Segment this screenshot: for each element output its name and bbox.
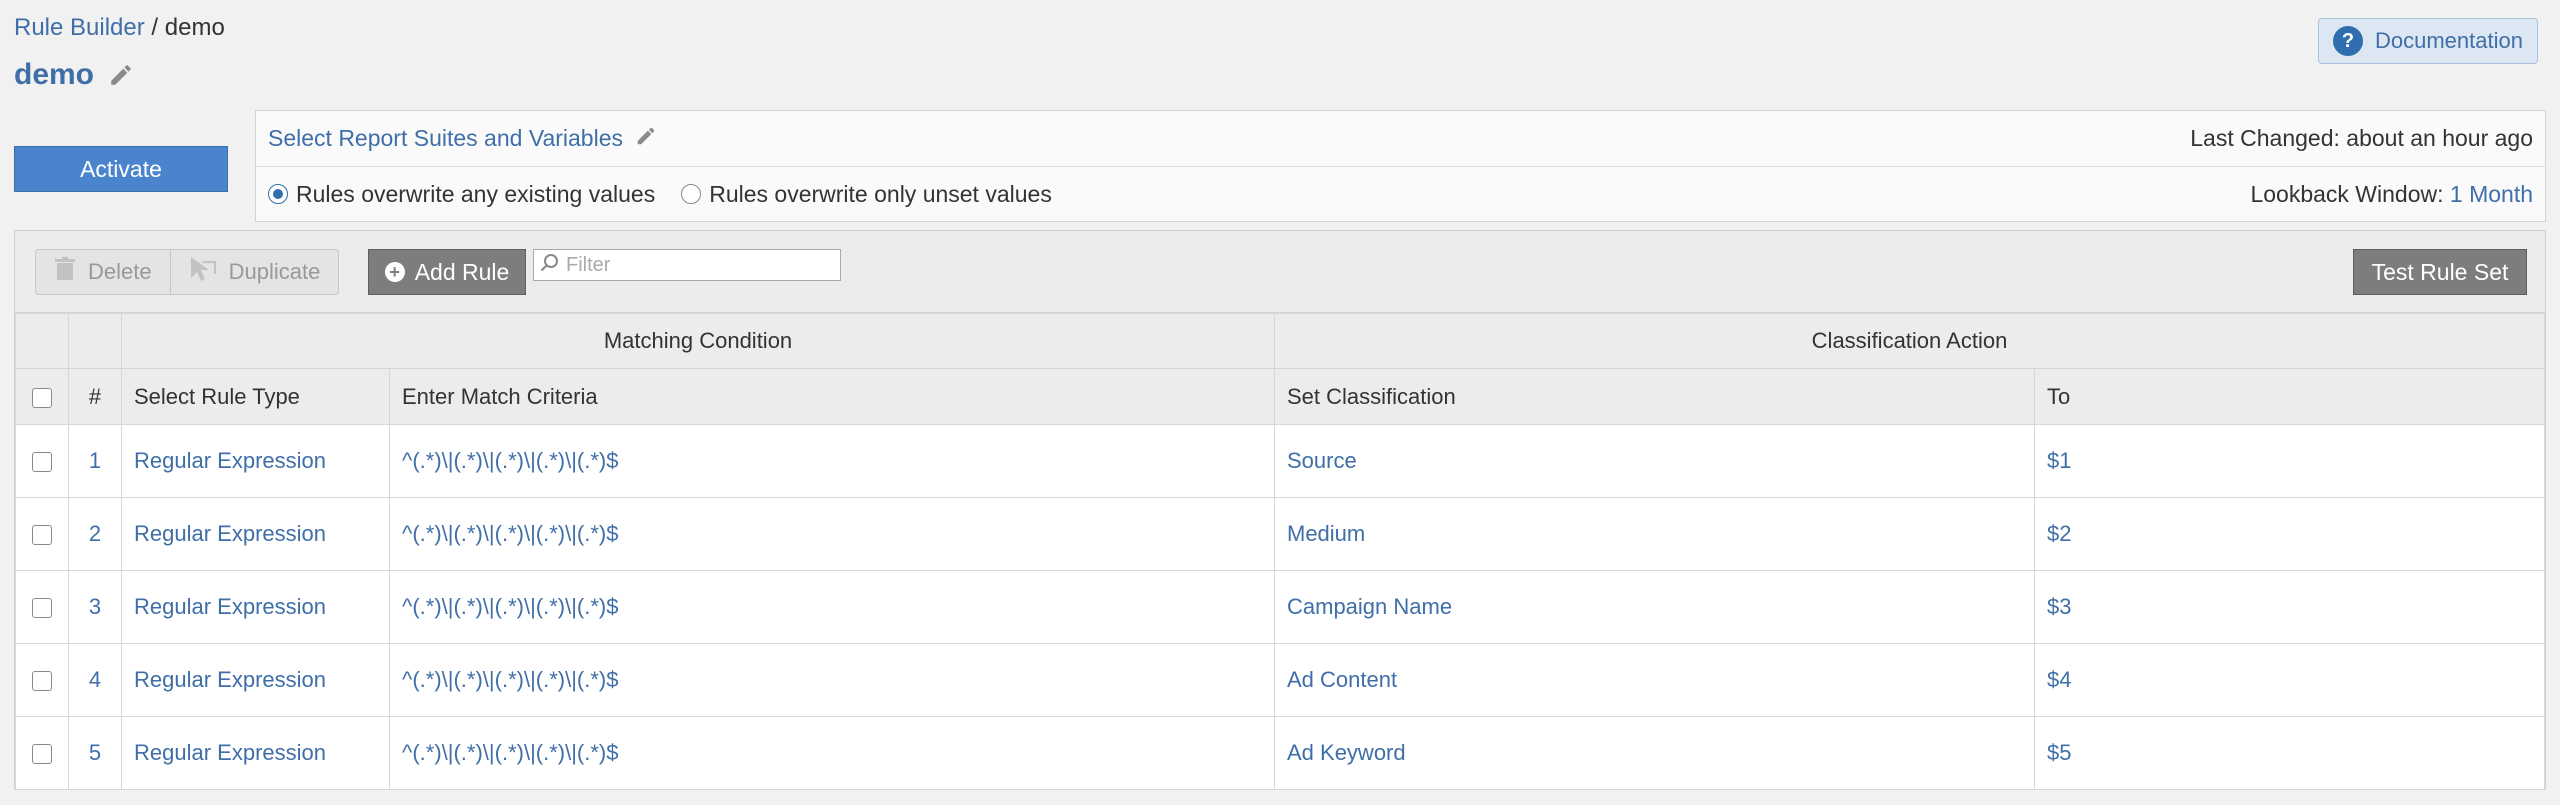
- match-criteria-link[interactable]: ^(.*)\|(.*)\|(.*)\|(.*)\|(.*)$: [389, 643, 1275, 717]
- rule-type-link[interactable]: Regular Expression: [121, 716, 390, 790]
- rule-number[interactable]: 2: [68, 497, 122, 571]
- rule-type-link[interactable]: Regular Expression: [121, 643, 390, 717]
- classification-link[interactable]: Ad Content: [1274, 643, 2035, 717]
- delete-label: Delete: [88, 259, 152, 284]
- column-header-classification: Set Classification: [1274, 368, 2035, 425]
- trash-icon: [54, 257, 76, 287]
- rule-type-link[interactable]: Regular Expression: [121, 497, 390, 571]
- to-value-link[interactable]: $2: [2034, 497, 2545, 571]
- match-criteria-link[interactable]: ^(.*)\|(.*)\|(.*)\|(.*)\|(.*)$: [389, 716, 1275, 790]
- group-header-blank: [68, 313, 122, 369]
- table-row: 5 Regular Expression ^(.*)\|(.*)\|(.*)\|…: [15, 716, 2545, 790]
- row-checkbox[interactable]: [32, 598, 52, 619]
- column-header-to: To: [2034, 368, 2545, 425]
- to-value-link[interactable]: $3: [2034, 570, 2545, 644]
- row-actions-group: Delete Duplicate: [35, 249, 340, 295]
- settings-row-overwrite: Rules overwrite any existing values Rule…: [256, 167, 2545, 221]
- filter-field[interactable]: [533, 249, 841, 281]
- radio-overwrite-unset[interactable]: Rules overwrite only unset values: [681, 181, 1052, 208]
- group-header-blank: [15, 313, 69, 369]
- overwrite-radio-group: Rules overwrite any existing values Rule…: [268, 181, 1052, 208]
- lookback-value-link[interactable]: 1 Month: [2450, 181, 2533, 207]
- filter-input[interactable]: [564, 252, 824, 278]
- last-changed: Last Changed: about an hour ago: [2190, 125, 2533, 152]
- duplicate-label: Duplicate: [228, 259, 321, 284]
- breadcrumb-rule-builder-link[interactable]: Rule Builder: [14, 14, 145, 41]
- documentation-button[interactable]: ? Documentation: [2318, 18, 2538, 64]
- search-icon: [540, 253, 560, 278]
- pencil-icon[interactable]: [108, 62, 134, 88]
- rules-table: Matching Condition Classification Action…: [15, 313, 2545, 790]
- select-report-suites-link[interactable]: Select Report Suites and Variables: [268, 125, 623, 152]
- row-select-cell: [15, 570, 69, 644]
- table-row: 2 Regular Expression ^(.*)\|(.*)\|(.*)\|…: [15, 497, 2545, 571]
- row-select-cell: [15, 424, 69, 498]
- table-group-header-row: Matching Condition Classification Action: [15, 313, 2545, 369]
- rule-number[interactable]: 1: [68, 424, 122, 498]
- duplicate-button[interactable]: Duplicate: [169, 250, 339, 294]
- breadcrumb: Rule Builder / demo: [14, 14, 225, 42]
- lookback-window: Lookback Window: 1 Month: [2250, 181, 2533, 208]
- to-value-link[interactable]: $5: [2034, 716, 2545, 790]
- row-select-cell: [15, 497, 69, 571]
- table-row: 1 Regular Expression ^(.*)\|(.*)\|(.*)\|…: [15, 424, 2545, 498]
- radio-button-selected[interactable]: [268, 184, 288, 204]
- lookback-label: Lookback Window:: [2250, 180, 2444, 207]
- radio-overwrite-unset-label: Rules overwrite only unset values: [709, 180, 1052, 207]
- rule-type-link[interactable]: Regular Expression: [121, 424, 390, 498]
- rule-number[interactable]: 4: [68, 643, 122, 717]
- radio-button[interactable]: [681, 184, 702, 204]
- delete-button[interactable]: Delete: [36, 250, 170, 294]
- page-title-row: demo: [14, 58, 134, 92]
- column-header-num: #: [68, 368, 122, 425]
- matching-condition-header: Matching Condition: [121, 313, 1275, 369]
- classification-link[interactable]: Ad Keyword: [1274, 716, 2035, 790]
- cursor-copy-icon: [189, 256, 217, 288]
- classification-link[interactable]: Medium: [1274, 497, 2035, 571]
- radio-overwrite-any-label: Rules overwrite any existing values: [296, 180, 656, 207]
- table-row: 4 Regular Expression ^(.*)\|(.*)\|(.*)\|…: [15, 643, 2545, 717]
- row-checkbox[interactable]: [32, 525, 52, 546]
- activate-button[interactable]: Activate: [14, 146, 228, 192]
- select-all-checkbox[interactable]: [32, 387, 52, 408]
- classification-action-header: Classification Action: [1274, 313, 2545, 369]
- radio-overwrite-any[interactable]: Rules overwrite any existing values: [268, 181, 655, 208]
- to-value-link[interactable]: $4: [2034, 643, 2545, 717]
- rule-set-settings: Select Report Suites and Variables Last …: [255, 110, 2546, 222]
- column-header-rule-type: Select Rule Type: [121, 368, 390, 425]
- settings-row-report-suites: Select Report Suites and Variables Last …: [256, 111, 2545, 167]
- match-criteria-link[interactable]: ^(.*)\|(.*)\|(.*)\|(.*)\|(.*)$: [389, 497, 1275, 571]
- add-rule-button[interactable]: + Add Rule: [368, 249, 526, 295]
- plus-circle-icon: +: [384, 262, 405, 282]
- last-changed-value: about an hour ago: [2346, 125, 2533, 151]
- rule-type-link[interactable]: Regular Expression: [121, 570, 390, 644]
- classification-link[interactable]: Source: [1274, 424, 2035, 498]
- rule-number[interactable]: 3: [68, 570, 122, 644]
- breadcrumb-separator: /: [151, 14, 159, 41]
- row-select-cell: [15, 643, 69, 717]
- page-title: demo: [14, 58, 95, 91]
- question-circle-icon: ?: [2333, 26, 2363, 56]
- match-criteria-link[interactable]: ^(.*)\|(.*)\|(.*)\|(.*)\|(.*)$: [389, 424, 1275, 498]
- column-header-criteria: Enter Match Criteria: [389, 368, 1275, 425]
- breadcrumb-current: demo: [164, 14, 225, 41]
- table-row: 3 Regular Expression ^(.*)\|(.*)\|(.*)\|…: [15, 570, 2545, 644]
- row-select-cell: [15, 716, 69, 790]
- documentation-label: Documentation: [2375, 28, 2523, 53]
- row-checkbox[interactable]: [32, 671, 52, 692]
- test-rule-set-button[interactable]: Test Rule Set: [2353, 249, 2527, 295]
- table-column-header-row: # Select Rule Type Enter Match Criteria …: [15, 368, 2545, 425]
- rule-number[interactable]: 5: [68, 716, 122, 790]
- row-checkbox[interactable]: [32, 744, 52, 765]
- pencil-icon[interactable]: [635, 125, 657, 153]
- last-changed-label: Last Changed:: [2190, 125, 2340, 151]
- to-value-link[interactable]: $1: [2034, 424, 2545, 498]
- classification-link[interactable]: Campaign Name: [1274, 570, 2035, 644]
- rules-panel: Delete Duplicate + Add Rule Test Rule Se…: [14, 230, 2546, 790]
- add-rule-label: Add Rule: [414, 258, 510, 285]
- match-criteria-link[interactable]: ^(.*)\|(.*)\|(.*)\|(.*)\|(.*)$: [389, 570, 1275, 644]
- select-all-cell: [15, 368, 69, 425]
- row-checkbox[interactable]: [32, 452, 52, 473]
- rules-toolbar: Delete Duplicate + Add Rule Test Rule Se…: [15, 231, 2545, 313]
